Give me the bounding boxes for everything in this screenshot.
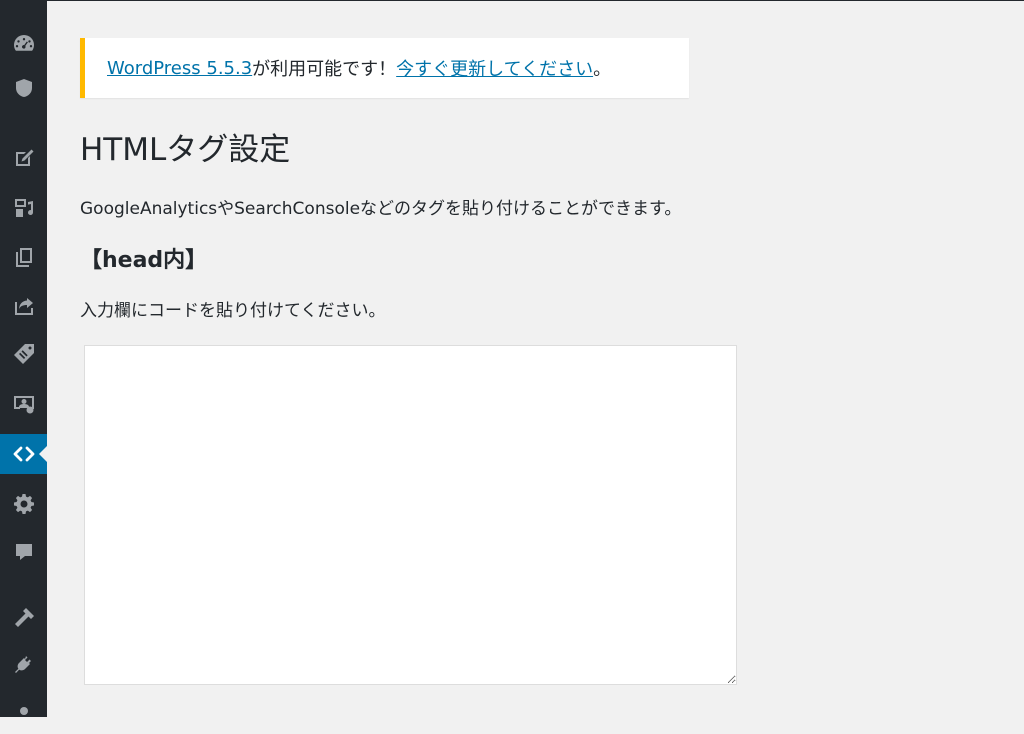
profile-card-icon xyxy=(13,396,34,414)
input-instruction: 入力欄にコードを貼り付けてください。 xyxy=(80,301,386,321)
wordpress-version-link[interactable]: WordPress 5.5.3 xyxy=(107,58,252,79)
sidebar-item-export[interactable] xyxy=(0,286,47,326)
sidebar-item-posts[interactable] xyxy=(0,138,47,178)
comments-icon xyxy=(15,544,32,560)
tools-icon xyxy=(14,608,34,627)
admin-sidebar xyxy=(0,0,47,717)
admin-top-edge xyxy=(47,0,1024,1)
shield-icon xyxy=(15,79,32,97)
update-now-link[interactable]: 今すぐ更新してください xyxy=(396,55,593,81)
users-icon xyxy=(19,707,28,715)
sidebar-item-media[interactable] xyxy=(0,188,47,228)
notice-end-text: 。 xyxy=(593,59,612,80)
sidebar-item-dashboard[interactable] xyxy=(0,23,47,63)
gear-icon xyxy=(13,494,34,514)
sidebar-item-appearance[interactable] xyxy=(0,598,47,638)
sidebar-item-settings[interactable] xyxy=(0,484,47,524)
update-notice: WordPress 5.5.3 が利用可能です！ 今すぐ更新してください 。 xyxy=(80,38,689,98)
page-description: GoogleAnalyticsやSearchConsoleなどのタグを貼り付ける… xyxy=(80,199,682,219)
plugins-icon xyxy=(14,656,31,673)
posts-icon xyxy=(15,149,33,166)
sidebar-item-profile[interactable] xyxy=(0,384,47,424)
head-section-heading: 【head内】 xyxy=(80,248,208,273)
tag-icon xyxy=(13,344,34,364)
code-icon xyxy=(13,446,34,462)
notice-text: が利用可能です！ xyxy=(252,59,397,80)
sidebar-item-comments[interactable] xyxy=(0,532,47,572)
active-menu-arrow xyxy=(39,446,47,462)
sidebar-item-html-tags[interactable] xyxy=(0,434,47,474)
sidebar-item-tags[interactable] xyxy=(0,334,47,374)
export-icon xyxy=(14,298,33,315)
pages-icon xyxy=(15,248,32,267)
sidebar-item-plugins[interactable] xyxy=(0,645,47,685)
page-title: HTMLタグ設定 xyxy=(80,132,291,168)
sidebar-item-users[interactable] xyxy=(0,694,47,734)
dashboard-icon xyxy=(13,35,34,51)
media-icon xyxy=(14,199,33,217)
sidebar-item-security[interactable] xyxy=(0,68,47,108)
head-code-textarea[interactable] xyxy=(84,345,737,685)
sidebar-item-pages[interactable] xyxy=(0,237,47,277)
